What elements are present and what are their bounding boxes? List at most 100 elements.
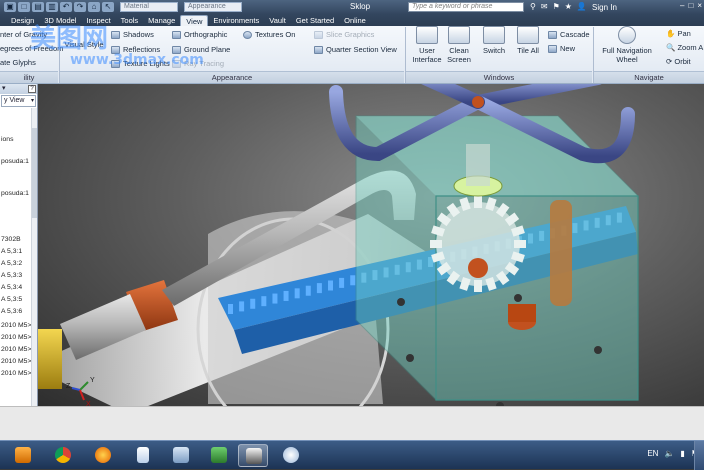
help-icon[interactable]: ?	[28, 85, 36, 93]
material-dropdown[interactable]: Material	[120, 2, 178, 12]
exchange-icon[interactable]: ⚑	[553, 2, 560, 11]
quarter-section-view-button[interactable]: Quarter Section View	[314, 45, 397, 55]
textures-on-button[interactable]: Textures On	[243, 30, 295, 40]
reflections-button[interactable]: Reflections	[111, 45, 160, 55]
texture-lights-button[interactable]: Texture Lights	[111, 59, 170, 69]
save-icon[interactable]: ▥	[46, 2, 58, 12]
scrollbar-thumb[interactable]	[32, 128, 37, 218]
visual-style-button[interactable]: Visual Style	[64, 40, 104, 49]
browser-item[interactable]: 2010 M5>	[1, 334, 31, 341]
lights-icon	[111, 60, 120, 69]
shadows-button[interactable]: Shadows	[111, 30, 154, 40]
open-icon[interactable]: ▤	[32, 2, 44, 12]
pan-button[interactable]: ✋ Pan	[666, 29, 691, 38]
texture-lights-label: Texture Lights	[123, 59, 170, 68]
browser-item[interactable]: posuda:1	[1, 158, 29, 165]
minimize-button[interactable]: –	[680, 1, 684, 10]
browser-item[interactable]: A 5,3:5	[1, 296, 22, 303]
full-navigation-wheel-button[interactable]: Full Navigation Wheel	[596, 26, 658, 64]
favorites-icon[interactable]: ★	[565, 2, 572, 11]
orbit-button[interactable]: ⟳ Orbit	[666, 57, 691, 66]
slice-graphics-button[interactable]: Slice Graphics	[314, 30, 374, 40]
app-menu-icon[interactable]: ▣	[4, 2, 16, 12]
browser-item[interactable]: A 5,3:3	[1, 272, 22, 279]
new-icon[interactable]: □	[18, 2, 30, 12]
browser-item[interactable]: ions	[1, 136, 13, 143]
tab-design[interactable]: Design	[6, 15, 39, 26]
browser-item[interactable]: 2010 M5>	[1, 322, 31, 329]
browser-item[interactable]: A 5,3:2	[1, 260, 22, 267]
browser-item[interactable]: A 5,3:1	[1, 248, 22, 255]
taskbar-paint[interactable]	[276, 444, 306, 467]
maximize-button[interactable]: □	[688, 1, 693, 10]
new-window-button[interactable]: New	[548, 44, 575, 54]
glyphs-toggle[interactable]: ate Glyphs	[0, 58, 36, 67]
zoom-all-button[interactable]: 🔍 Zoom A	[666, 43, 703, 52]
home-icon[interactable]: ⌂	[88, 2, 100, 12]
sign-in-link[interactable]: Sign In	[592, 3, 617, 12]
undo-icon[interactable]: ↶	[60, 2, 72, 12]
taskbar-monitor[interactable]	[204, 444, 234, 467]
tab-get-started[interactable]: Get Started	[291, 15, 339, 26]
tab-3d-model[interactable]: 3D Model	[39, 15, 81, 26]
browser-item[interactable]: A 5,3:4	[1, 284, 22, 291]
switch-icon	[483, 26, 505, 44]
taskbar-firefox[interactable]	[88, 444, 118, 467]
browser-view-dropdown[interactable]: y View ▾	[1, 95, 36, 107]
taskbar-document[interactable]	[128, 444, 158, 467]
cascade-button[interactable]: Cascade	[548, 30, 590, 40]
tab-manage[interactable]: Manage	[143, 15, 180, 26]
taskbar-inventor[interactable]	[238, 444, 268, 467]
graphics-window[interactable]: Y Z X	[38, 84, 704, 406]
redo-icon[interactable]: ↷	[74, 2, 86, 12]
language-indicator[interactable]: EN	[647, 449, 658, 458]
clean-screen-button[interactable]: Clean Screen	[444, 26, 474, 64]
browser-item[interactable]: 2010 M5>	[1, 346, 31, 353]
appearance-dropdown[interactable]: Appearance	[184, 2, 242, 12]
tab-vault[interactable]: Vault	[264, 15, 291, 26]
model-render: Y Z X	[38, 84, 639, 406]
document-icon	[137, 447, 149, 463]
subscription-icon[interactable]: ✉	[541, 2, 548, 11]
title-bar: ▣ □ ▤ ▥ ↶ ↷ ⌂ ↖ Material Appearance Sklo…	[0, 0, 704, 14]
browser-item[interactable]: A 5,3:6	[1, 308, 22, 315]
browser-scrollbar[interactable]	[31, 108, 37, 406]
system-tray: EN 🔈 ▮ ⚑	[647, 449, 698, 458]
ground-plane-button[interactable]: Ground Plane	[172, 45, 230, 55]
browser-item[interactable]: 2010 M5>	[1, 370, 31, 377]
taskbar-calculator[interactable]	[166, 444, 196, 467]
quick-access-toolbar: ▣ □ ▤ ▥ ↶ ↷ ⌂ ↖ Material Appearance	[0, 2, 242, 12]
browser-item[interactable]: posuda:1	[1, 190, 29, 197]
user-interface-button[interactable]: User Interface	[410, 26, 444, 64]
speaker-icon[interactable]: 🔈	[664, 449, 674, 458]
tab-environments[interactable]: Environments	[208, 15, 264, 26]
browser-item[interactable]: 7302B	[1, 236, 21, 243]
taskbar-chrome[interactable]	[48, 444, 78, 467]
center-of-gravity-toggle[interactable]: nter of Gravity	[0, 30, 47, 39]
taskbar-media-player[interactable]	[8, 444, 38, 467]
user-icon[interactable]: 👤	[577, 2, 587, 11]
help-search-input[interactable]: Type a keyword or phrase	[408, 2, 524, 12]
tile-all-button[interactable]: Tile All	[512, 26, 544, 55]
tab-tools[interactable]: Tools	[116, 15, 144, 26]
select-icon[interactable]: ↖	[102, 2, 114, 12]
media-player-icon	[15, 447, 31, 463]
switch-button[interactable]: Switch	[478, 26, 510, 55]
degrees-of-freedom-toggle[interactable]: egrees of Freedom	[0, 44, 63, 53]
orthographic-button[interactable]: Orthographic	[172, 30, 227, 40]
ray-tracing-icon	[172, 60, 181, 69]
show-desktop-button[interactable]	[694, 441, 704, 470]
tab-online[interactable]: Online	[339, 15, 371, 26]
section-view-icon	[314, 46, 323, 55]
binoculars-icon[interactable]: ⚲	[530, 2, 536, 11]
glyphs-label: ate Glyphs	[0, 58, 36, 67]
ray-tracing-button[interactable]: Ray Tracing	[172, 59, 225, 69]
tile-all-label: Tile All	[517, 46, 539, 55]
browser-item[interactable]: 2010 M5>	[1, 358, 31, 365]
user-interface-label-2: Interface	[412, 55, 442, 64]
tab-view[interactable]: View	[180, 15, 209, 26]
close-button[interactable]: ×	[697, 1, 702, 10]
network-icon[interactable]: ▮	[680, 449, 684, 458]
tab-inspect[interactable]: Inspect	[81, 15, 115, 26]
ray-tracing-label: Ray Tracing	[184, 59, 225, 68]
